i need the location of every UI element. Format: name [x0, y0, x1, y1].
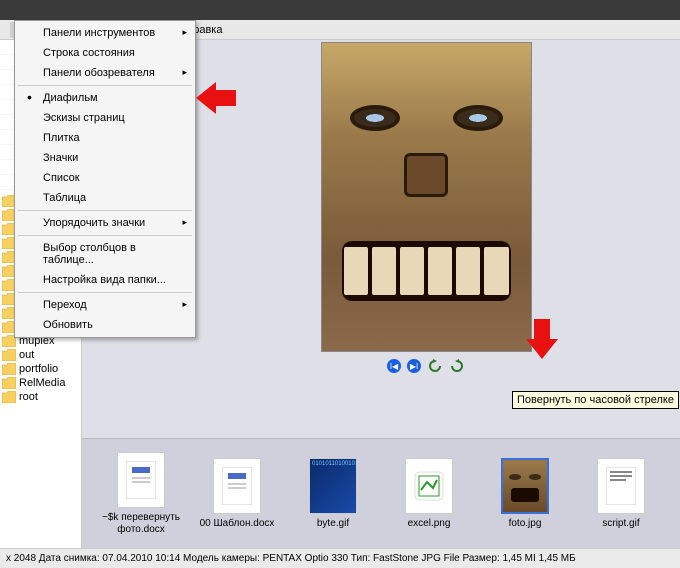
preview-controls: I◀ ▶I	[387, 358, 465, 374]
thumbnail-image	[117, 452, 165, 508]
annotation-arrow-icon	[196, 78, 236, 118]
menu-refresh[interactable]: Обновить	[17, 315, 193, 335]
preview-image[interactable]	[321, 42, 532, 352]
view-dropdown: Панели инструментов Строка состояния Пан…	[14, 20, 196, 338]
thumbnail-image	[597, 458, 645, 514]
thumbnail-image	[213, 458, 261, 514]
menu-table[interactable]: Таблица	[17, 188, 193, 208]
statusbar: x 2048 Дата снимка: 07.04.2010 10:14 Мод…	[0, 548, 680, 568]
separator	[18, 85, 192, 86]
folder-icon	[2, 391, 16, 403]
separator	[18, 292, 192, 293]
titlebar	[0, 0, 680, 20]
folder-icon	[2, 377, 16, 389]
folder-icon	[2, 349, 16, 361]
annotation-arrow-icon	[522, 319, 562, 359]
thumbnail-item[interactable]: 00 Шаблон.docx	[198, 458, 276, 530]
thumbnail-label: ~$k перевернуть фото.docx	[102, 512, 180, 536]
folder-item[interactable]: root	[0, 390, 81, 404]
rotate-ccw-button[interactable]	[427, 358, 443, 374]
thumbnail-item[interactable]: script.gif	[582, 458, 660, 530]
thumbnail-image	[501, 458, 549, 514]
thumbnail-label: byte.gif	[317, 518, 349, 530]
thumbnail-label: excel.png	[408, 518, 451, 530]
menu-toolbars[interactable]: Панели инструментов	[17, 23, 193, 43]
separator	[18, 210, 192, 211]
thumbnail-image: 01010110100101101001011010	[309, 458, 357, 514]
folder-label: portfolio	[19, 363, 58, 375]
menu-goto[interactable]: Переход	[17, 295, 193, 315]
rotate-cw-button[interactable]	[449, 358, 465, 374]
next-button[interactable]: ▶I	[407, 359, 421, 373]
folder-label: root	[19, 391, 38, 403]
thumbnail-item[interactable]: ~$k перевернуть фото.docx	[102, 452, 180, 536]
menu-list[interactable]: Список	[17, 168, 193, 188]
menu-arrange[interactable]: Упорядочить значки	[17, 213, 193, 233]
menu-thumbnails[interactable]: Эскизы страниц	[17, 108, 193, 128]
folder-item[interactable]: RelMedia	[0, 376, 81, 390]
thumbnail-item[interactable]: foto.jpg	[486, 458, 564, 530]
menu-folder-settings[interactable]: Настройка вида папки...	[17, 270, 193, 290]
menu-icons[interactable]: Значки	[17, 148, 193, 168]
thumbnail-label: 00 Шаблон.docx	[200, 518, 275, 530]
prev-button[interactable]: I◀	[387, 359, 401, 373]
tooltip: Повернуть по часовой стрелке	[512, 391, 679, 409]
thumbnail-item[interactable]: excel.png	[390, 458, 468, 530]
menu-filmstrip[interactable]: Диафильм	[17, 88, 193, 108]
menu-statusbar[interactable]: Строка состояния	[17, 43, 193, 63]
folder-item[interactable]: portfolio	[0, 362, 81, 376]
thumbnail-image	[405, 458, 453, 514]
thumbnail-label: script.gif	[602, 518, 639, 530]
folder-label: out	[19, 349, 34, 361]
folder-item[interactable]: out	[0, 348, 81, 362]
thumbnail-label: foto.jpg	[509, 518, 542, 530]
thumbnail-strip[interactable]: ~$k перевернуть фото.docx 00 Шаблон.docx 0…	[82, 438, 680, 548]
thumbnail-item[interactable]: 01010110100101101001011010 byte.gif	[294, 458, 372, 530]
separator	[18, 235, 192, 236]
menu-explorer-panels[interactable]: Панели обозревателя	[17, 63, 193, 83]
folder-icon	[2, 363, 16, 375]
menu-columns[interactable]: Выбор столбцов в таблице...	[17, 238, 193, 270]
menu-tiles[interactable]: Плитка	[17, 128, 193, 148]
folder-label: RelMedia	[19, 377, 65, 389]
